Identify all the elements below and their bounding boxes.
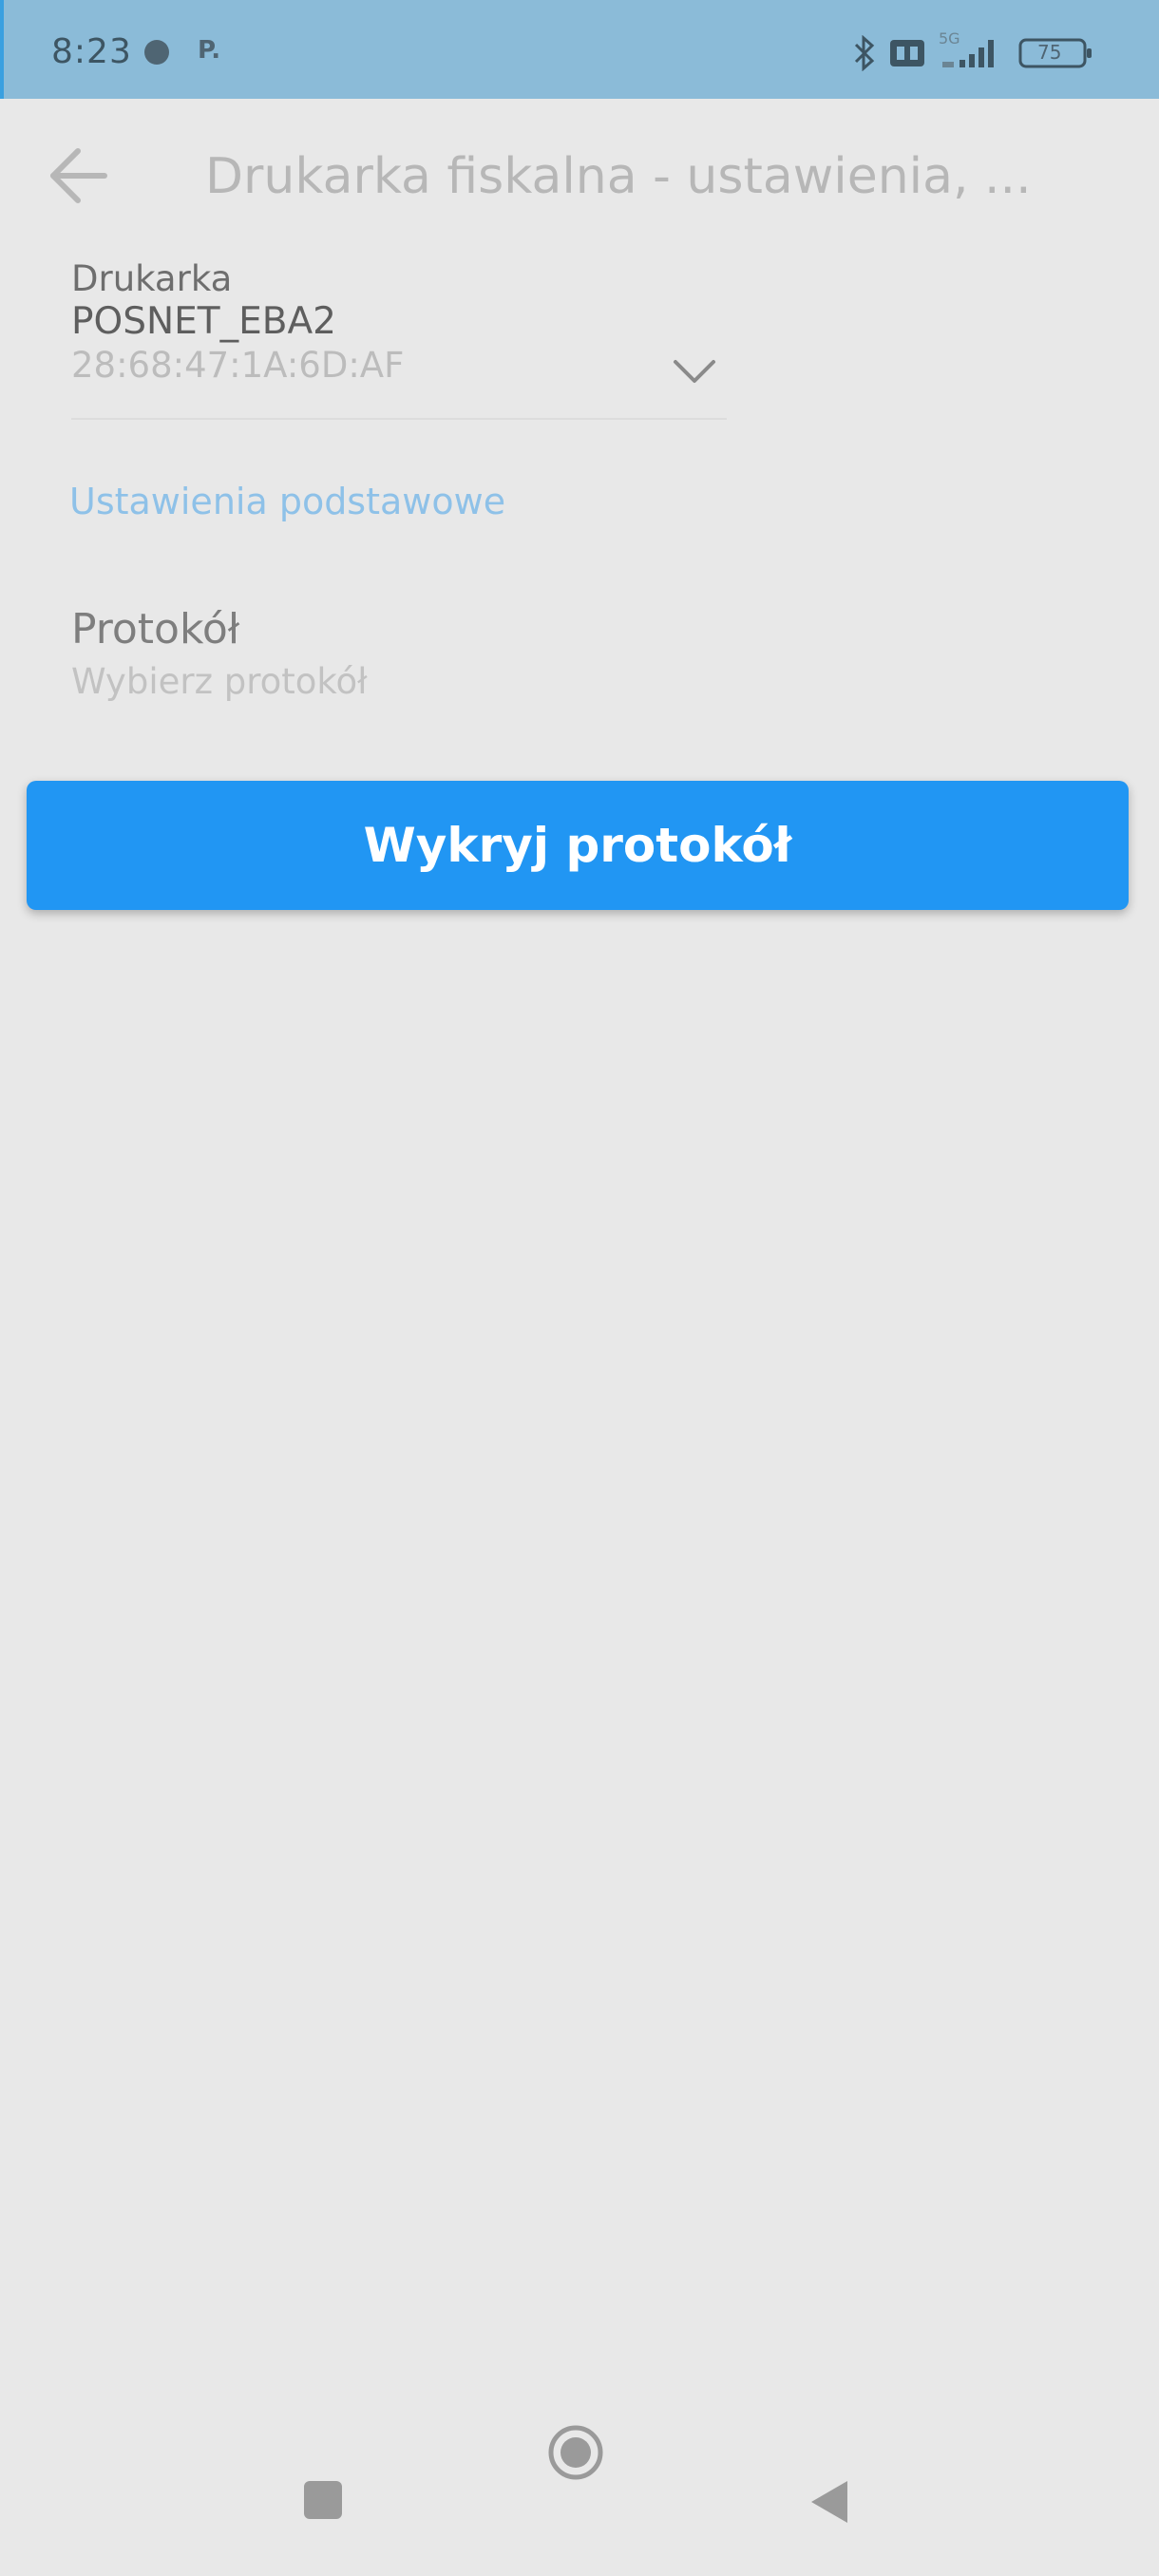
page-title: Drukarka fiskalna - ustawienia, ... [205, 148, 1032, 205]
status-bar: 8:23 P. 5G 75 [0, 0, 1159, 99]
nav-recents-button[interactable] [266, 2432, 380, 2576]
detect-protocol-button[interactable]: Wykryj protokół [27, 781, 1129, 910]
nav-back-button[interactable] [771, 2432, 885, 2576]
printer-selector[interactable]: Drukarka POSNET_EBA2 28:68:47:1A:6D:AF [71, 258, 727, 420]
carrier-glyph: P. [198, 36, 221, 65]
signal-icon: 5G [939, 29, 1005, 69]
square-icon [302, 2432, 344, 2521]
network-label: 5G [939, 29, 960, 47]
battery-icon: 75 [1018, 37, 1092, 69]
bluetooth-icon [853, 35, 876, 71]
printer-label: Drukarka [71, 258, 233, 299]
battery-level: 75 [1037, 41, 1062, 64]
chevron-down-icon[interactable] [672, 357, 717, 386]
protocol-setting[interactable]: Protokół Wybierz protokół [71, 603, 1021, 708]
arrow-left-icon[interactable] [48, 144, 110, 207]
protocol-title: Protokół [71, 605, 240, 653]
app-bar: Drukarka fiskalna - ustawienia, ... [0, 99, 1159, 260]
circle-icon [547, 2425, 604, 2481]
nav-home-button[interactable] [519, 2425, 633, 2576]
triangle-back-icon [808, 2432, 849, 2525]
nfc-icon [889, 39, 925, 67]
notification-icon [144, 40, 169, 65]
protocol-subtitle: Wybierz protokół [71, 661, 368, 702]
section-header-basic: Ustawienia podstawowe [69, 481, 506, 522]
status-time: 8:23 [51, 32, 132, 71]
screen: 8:23 P. 5G 75 Drukarka fiskalna - ustawi… [0, 0, 1159, 2576]
printer-name: POSNET_EBA2 [71, 300, 336, 343]
status-icons: 5G 75 [853, 29, 1092, 72]
navigation-bar [0, 2425, 1159, 2576]
printer-address: 28:68:47:1A:6D:AF [71, 345, 405, 386]
